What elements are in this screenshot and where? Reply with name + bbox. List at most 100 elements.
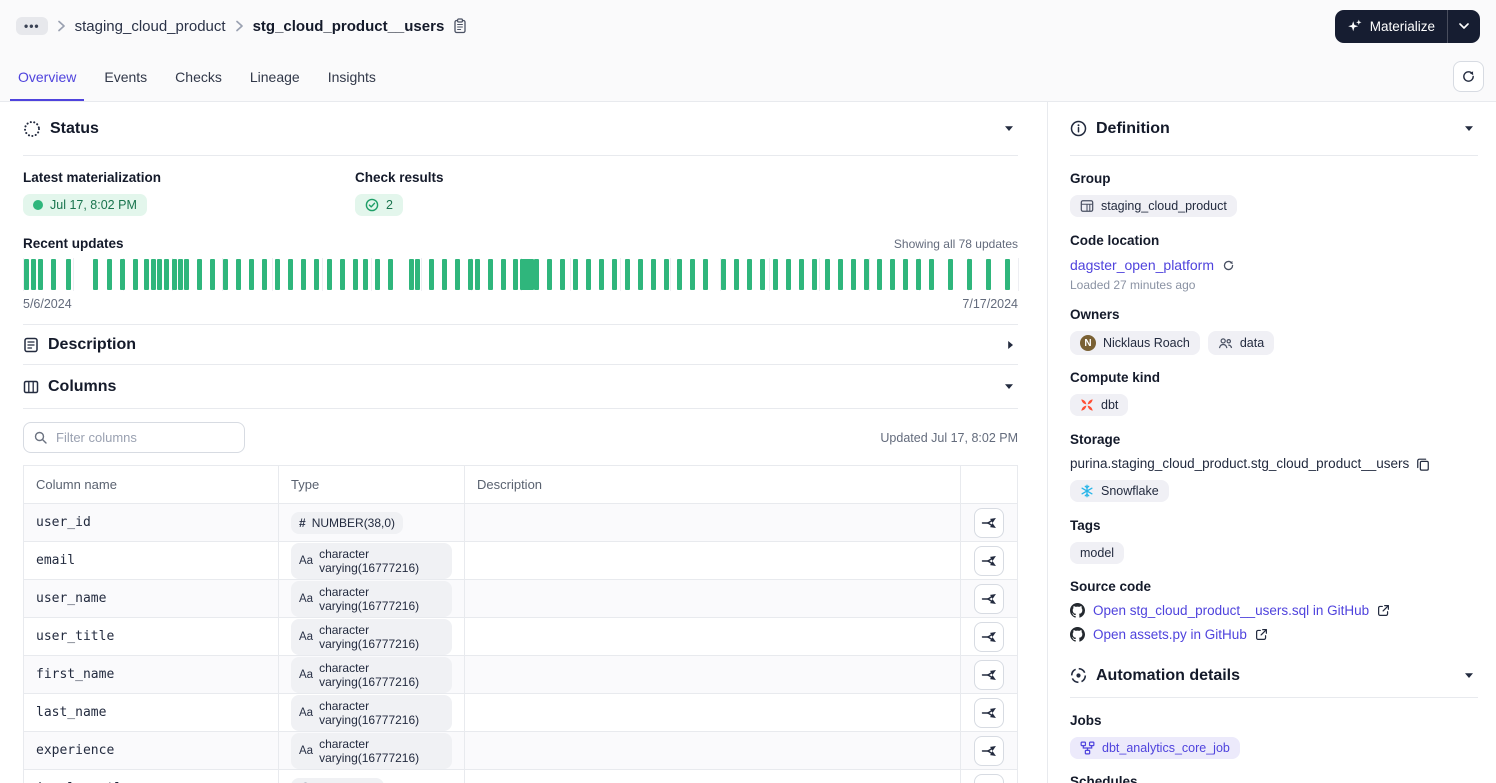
update-bar[interactable]	[759, 259, 765, 290]
update-bar[interactable]	[690, 259, 696, 290]
update-bar[interactable]	[773, 259, 779, 290]
update-bar[interactable]	[947, 259, 953, 290]
tab-lineage[interactable]: Lineage	[248, 52, 302, 101]
update-bar[interactable]	[585, 259, 591, 290]
update-bar[interactable]	[746, 259, 752, 290]
update-bar[interactable]	[183, 259, 189, 290]
update-bar[interactable]	[120, 259, 125, 290]
update-bar[interactable]	[838, 259, 843, 290]
update-bar[interactable]	[133, 259, 139, 290]
job-pill[interactable]: dbt_analytics_core_job	[1070, 737, 1240, 759]
update-bar[interactable]	[23, 259, 29, 290]
update-bar[interactable]	[985, 259, 991, 290]
update-bar[interactable]	[375, 259, 381, 290]
update-bar[interactable]	[275, 259, 281, 290]
update-bar[interactable]	[877, 259, 882, 290]
compute-kind-pill[interactable]: dbt	[1070, 394, 1129, 416]
update-bar[interactable]	[475, 259, 481, 290]
update-bar[interactable]	[487, 259, 493, 290]
latest-materialization-pill[interactable]: Jul 17, 8:02 PM	[23, 194, 147, 216]
update-bar[interactable]	[612, 259, 618, 290]
copy-asset-name-icon[interactable]	[453, 18, 467, 34]
tab-overview[interactable]: Overview	[9, 52, 85, 101]
column-lineage-button[interactable]	[974, 735, 1004, 766]
update-bar[interactable]	[929, 259, 935, 290]
update-bar[interactable]	[163, 259, 169, 290]
update-bar[interactable]	[560, 259, 565, 290]
update-bar[interactable]	[702, 259, 708, 290]
update-bar[interactable]	[513, 259, 519, 290]
update-bar[interactable]	[171, 259, 177, 290]
column-lineage-button[interactable]	[974, 659, 1004, 690]
update-bar[interactable]	[222, 259, 228, 290]
update-bar[interactable]	[851, 259, 857, 290]
update-bar[interactable]	[824, 259, 830, 290]
group-pill[interactable]: staging_cloud_product	[1070, 195, 1237, 217]
filter-columns-input[interactable]	[54, 429, 234, 446]
update-bar[interactable]	[106, 259, 112, 290]
update-bar[interactable]	[65, 259, 71, 290]
owner-pill-team[interactable]: data	[1207, 331, 1275, 355]
columns-collapse-caret[interactable]	[1000, 379, 1018, 394]
description-expand-caret[interactable]	[1003, 336, 1018, 354]
breadcrumb-parent-link[interactable]: staging_cloud_product	[75, 18, 226, 35]
update-bar[interactable]	[261, 259, 267, 290]
definition-collapse-caret[interactable]	[1460, 121, 1478, 136]
update-bar[interactable]	[890, 259, 896, 290]
update-bar[interactable]	[340, 259, 345, 290]
update-bar[interactable]	[624, 259, 630, 290]
update-bar[interactable]	[599, 259, 604, 290]
update-bar[interactable]	[455, 259, 461, 290]
update-bar[interactable]	[916, 259, 921, 290]
update-bar[interactable]	[428, 259, 434, 290]
tab-events[interactable]: Events	[102, 52, 149, 101]
update-bar[interactable]	[799, 259, 804, 290]
update-bar[interactable]	[500, 259, 506, 290]
update-bar[interactable]	[209, 259, 215, 290]
column-lineage-button[interactable]	[974, 621, 1004, 652]
update-bar[interactable]	[50, 259, 56, 290]
update-bar[interactable]	[902, 259, 908, 290]
update-bar[interactable]	[663, 259, 669, 290]
breadcrumb-ellipsis-button[interactable]: •••	[16, 17, 48, 35]
update-bar[interactable]	[785, 259, 791, 290]
refresh-button[interactable]	[1453, 61, 1484, 92]
update-bar[interactable]	[638, 259, 643, 290]
update-bar[interactable]	[326, 259, 332, 290]
update-bar[interactable]	[143, 259, 149, 290]
update-bar[interactable]	[248, 259, 254, 290]
tab-checks[interactable]: Checks	[173, 52, 224, 101]
update-bar[interactable]	[441, 259, 447, 290]
column-lineage-button[interactable]	[974, 773, 1004, 783]
copy-storage-path-icon[interactable]	[1416, 457, 1430, 471]
update-bar[interactable]	[573, 259, 579, 290]
update-bar[interactable]	[1004, 259, 1010, 290]
update-bar[interactable]	[863, 259, 869, 290]
update-bar[interactable]	[362, 259, 368, 290]
check-results-pill[interactable]: 2	[355, 194, 403, 216]
update-bar[interactable]	[467, 259, 473, 290]
column-lineage-button[interactable]	[974, 697, 1004, 728]
update-bar[interactable]	[287, 259, 293, 290]
update-bar[interactable]	[236, 259, 242, 290]
update-bar[interactable]	[314, 259, 320, 290]
update-bar[interactable]	[178, 259, 184, 290]
tab-insights[interactable]: Insights	[326, 52, 378, 101]
update-bar[interactable]	[534, 259, 540, 290]
update-bar[interactable]	[546, 259, 552, 290]
automation-collapse-caret[interactable]	[1460, 668, 1478, 683]
tag-pill[interactable]: model	[1070, 542, 1125, 564]
update-bar[interactable]	[353, 259, 359, 290]
source-code-link[interactable]: Open assets.py in GitHub	[1093, 627, 1247, 642]
status-collapse-caret[interactable]	[1000, 121, 1018, 136]
materialize-button[interactable]: Materialize	[1335, 10, 1447, 43]
update-bar[interactable]	[966, 259, 972, 290]
update-bar[interactable]	[38, 259, 44, 290]
update-bar[interactable]	[150, 259, 156, 290]
update-bar[interactable]	[408, 259, 414, 290]
update-bar[interactable]	[812, 259, 818, 290]
source-code-link[interactable]: Open stg_cloud_product__users.sql in Git…	[1093, 603, 1369, 618]
column-lineage-button[interactable]	[974, 507, 1004, 538]
column-lineage-button[interactable]	[974, 583, 1004, 614]
update-bar[interactable]	[30, 259, 36, 290]
